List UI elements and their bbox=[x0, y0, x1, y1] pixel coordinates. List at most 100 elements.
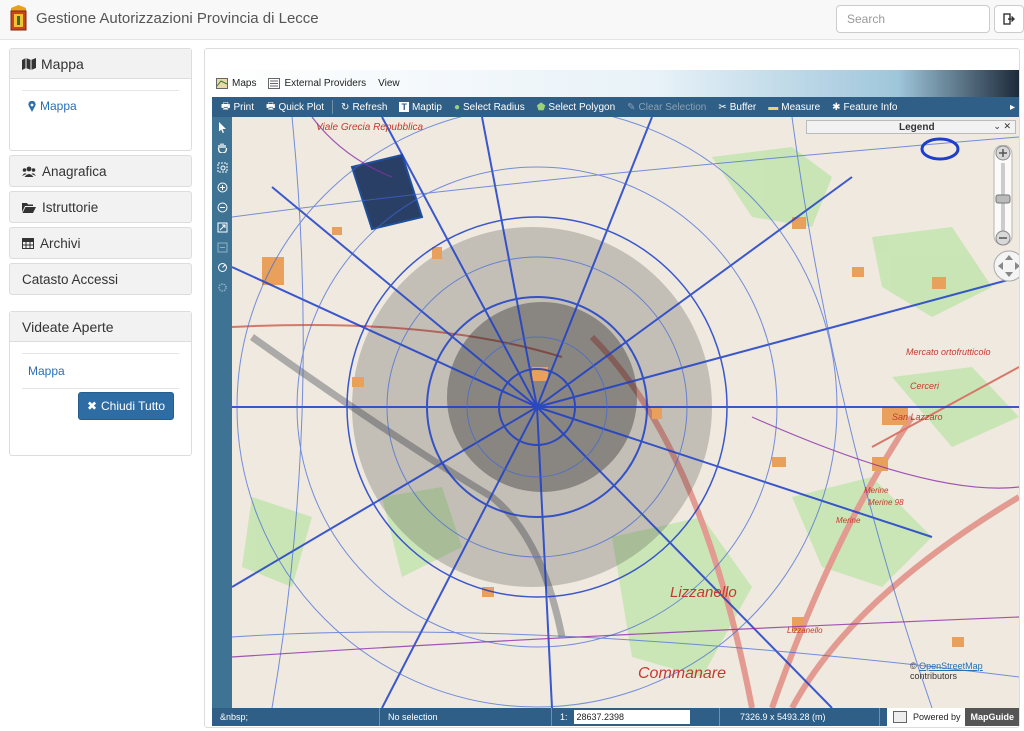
print-icon: 🖶 bbox=[221, 100, 231, 112]
menu-label: Maps bbox=[232, 78, 257, 89]
map-label: Lizzanello bbox=[670, 584, 737, 601]
mapguide-viewer: Maps External Providers View 🖶 Print 🖶 Qui… bbox=[212, 70, 1019, 726]
viewer-statusbar: &nbsp; No selection 1: 7326.9 x 5493.28 … bbox=[212, 708, 1019, 726]
select-polygon-icon: ⬟ bbox=[536, 101, 546, 113]
sidebar-item-label: Archivi bbox=[40, 235, 81, 251]
menu-view[interactable]: View bbox=[378, 78, 400, 89]
search-input[interactable] bbox=[836, 5, 990, 33]
sidebar-item-label: Anagrafica bbox=[42, 163, 107, 179]
map-label: Commanare bbox=[638, 665, 726, 682]
app-title[interactable]: Gestione Autorizzazioni Provincia di Lec… bbox=[36, 10, 319, 27]
mapguide-logo[interactable]: MapGuide bbox=[965, 708, 1019, 726]
scale-field: 1: bbox=[552, 708, 720, 726]
status-field-1: &nbsp; bbox=[212, 708, 380, 726]
scale-prefix: 1: bbox=[560, 712, 568, 722]
powered-by: Powered by MapGuide bbox=[886, 708, 1019, 726]
folder-open-icon bbox=[22, 202, 36, 213]
map-label: Viale Grecia Repubblica bbox=[316, 122, 424, 133]
tool-label: Feature Info bbox=[843, 101, 898, 113]
select-radius-button[interactable]: ● Select Radius bbox=[448, 102, 531, 113]
feature-info-button[interactable]: ✱ Feature Info bbox=[826, 102, 903, 113]
viewer-menubar: Maps External Providers View bbox=[212, 70, 1019, 97]
zoom-extents-icon[interactable] bbox=[216, 221, 228, 233]
logout-button[interactable] bbox=[994, 5, 1024, 33]
toolbar-more-icon[interactable]: ▸ bbox=[1010, 102, 1019, 113]
sign-out-icon bbox=[1003, 13, 1015, 25]
mappa-panel-header[interactable]: Mappa bbox=[10, 49, 191, 79]
sidebar-item-catasto-accessi[interactable]: Catasto Accessi bbox=[9, 263, 192, 295]
maptip-icon: T bbox=[399, 102, 409, 112]
sidebar-item-anagrafica[interactable]: Anagrafica bbox=[9, 155, 192, 187]
clear-selection-icon: ✎ bbox=[627, 101, 636, 113]
scale-input[interactable] bbox=[573, 710, 690, 724]
tool-label: Quick Plot bbox=[278, 101, 325, 113]
sidebar-item-archivi[interactable]: Archivi bbox=[9, 227, 192, 259]
top-navbar: Gestione Autorizzazioni Provincia di Lec… bbox=[0, 0, 1024, 40]
map-label: Merine bbox=[836, 516, 861, 525]
map-label: San Lazzaro bbox=[892, 412, 943, 422]
tool-label: Select Radius bbox=[463, 101, 525, 113]
zoom-rect-icon[interactable] bbox=[216, 161, 228, 173]
osm-link[interactable]: OpenStreetMap bbox=[919, 661, 983, 671]
next-view-icon[interactable] bbox=[216, 261, 228, 273]
legend-title: Legend bbox=[899, 121, 935, 133]
open-views-title: Videate Aperte bbox=[22, 318, 114, 335]
map-base-layer: Viale Grecia Repubblica Lizzanello Lizza… bbox=[232, 117, 1019, 708]
mappa-link[interactable]: Mappa bbox=[40, 99, 77, 113]
quick-plot-button[interactable]: 🖶 Quick Plot bbox=[260, 99, 330, 116]
close-icon: ✖ bbox=[86, 399, 97, 413]
map-label: Cerceri bbox=[910, 381, 940, 391]
refresh-icon: ↻ bbox=[341, 101, 350, 113]
menu-label: External Providers bbox=[284, 78, 367, 89]
table-icon bbox=[22, 237, 34, 249]
select-polygon-button[interactable]: ⬟ Select Polygon bbox=[531, 102, 621, 113]
sidebar-item-label: Istruttorie bbox=[42, 199, 99, 215]
clear-selection-button[interactable]: ✎ Clear Selection bbox=[621, 102, 712, 113]
zoom-slider-thumb[interactable] bbox=[995, 194, 1011, 204]
powered-by-label: Powered by bbox=[912, 712, 961, 722]
measure-button[interactable]: ▬ Measure bbox=[762, 102, 826, 113]
selection-status: No selection bbox=[380, 708, 552, 726]
zoom-out-icon[interactable] bbox=[216, 201, 228, 213]
map-canvas[interactable]: Viale Grecia Repubblica Lizzanello Lizza… bbox=[232, 117, 1019, 708]
toolbar-separator bbox=[332, 100, 334, 114]
close-all-button[interactable]: ✖ Chiudi Tutto bbox=[78, 392, 174, 420]
menu-label: View bbox=[378, 78, 400, 89]
legend-panel[interactable]: Legend ⌄ ✕ bbox=[806, 120, 1016, 134]
sidebar-item-label: Catasto Accessi bbox=[22, 271, 119, 287]
measure-icon: ▬ bbox=[768, 101, 779, 113]
buffer-button[interactable]: ✂ Buffer bbox=[712, 102, 762, 113]
menu-maps[interactable]: Maps bbox=[216, 78, 256, 89]
pan-control[interactable] bbox=[992, 249, 1019, 283]
open-views-header: Videate Aperte bbox=[10, 312, 191, 342]
select-arrow-icon[interactable] bbox=[216, 121, 228, 133]
legend-controls-icon[interactable]: ⌄ ✕ bbox=[993, 121, 1011, 132]
province-logo[interactable] bbox=[9, 5, 28, 32]
menu-external-providers[interactable]: External Providers bbox=[268, 78, 366, 89]
map-label: Lizzanello bbox=[787, 626, 823, 635]
list-icon bbox=[268, 78, 281, 89]
users-icon bbox=[22, 166, 36, 177]
zoom-slider[interactable] bbox=[992, 145, 1014, 257]
pan-hand-icon[interactable] bbox=[216, 141, 228, 153]
zoom-in-icon[interactable] bbox=[216, 181, 228, 193]
map-icon bbox=[216, 78, 228, 89]
maptip-button[interactable]: T Maptip bbox=[393, 102, 448, 113]
map-icon bbox=[22, 57, 36, 70]
settings-icon[interactable] bbox=[216, 281, 228, 293]
map-label: Mercato ortofrutticolo bbox=[906, 347, 991, 357]
previous-view-icon[interactable] bbox=[216, 241, 228, 253]
map-extent: 7326.9 x 5493.28 (m) bbox=[720, 708, 880, 726]
tool-label: Buffer bbox=[729, 101, 757, 113]
print-button[interactable]: 🖶 Print bbox=[215, 99, 260, 116]
select-radius-icon: ● bbox=[453, 101, 461, 113]
osm-attribution: © OpenStreetMap contributors bbox=[910, 661, 1019, 681]
sidebar-item-istruttorie[interactable]: Istruttorie bbox=[9, 191, 192, 223]
open-view-mappa-link[interactable]: Mappa bbox=[28, 364, 65, 378]
map-tools-column bbox=[212, 117, 232, 708]
open-views-panel: Videate Aperte Mappa ✖ Chiudi Tutto bbox=[9, 311, 192, 456]
printer-icon[interactable] bbox=[892, 711, 907, 723]
mappa-panel-title: Mappa bbox=[41, 55, 84, 72]
map-label: Merine 98 bbox=[868, 498, 904, 507]
refresh-button[interactable]: ↻ Refresh bbox=[335, 102, 393, 113]
